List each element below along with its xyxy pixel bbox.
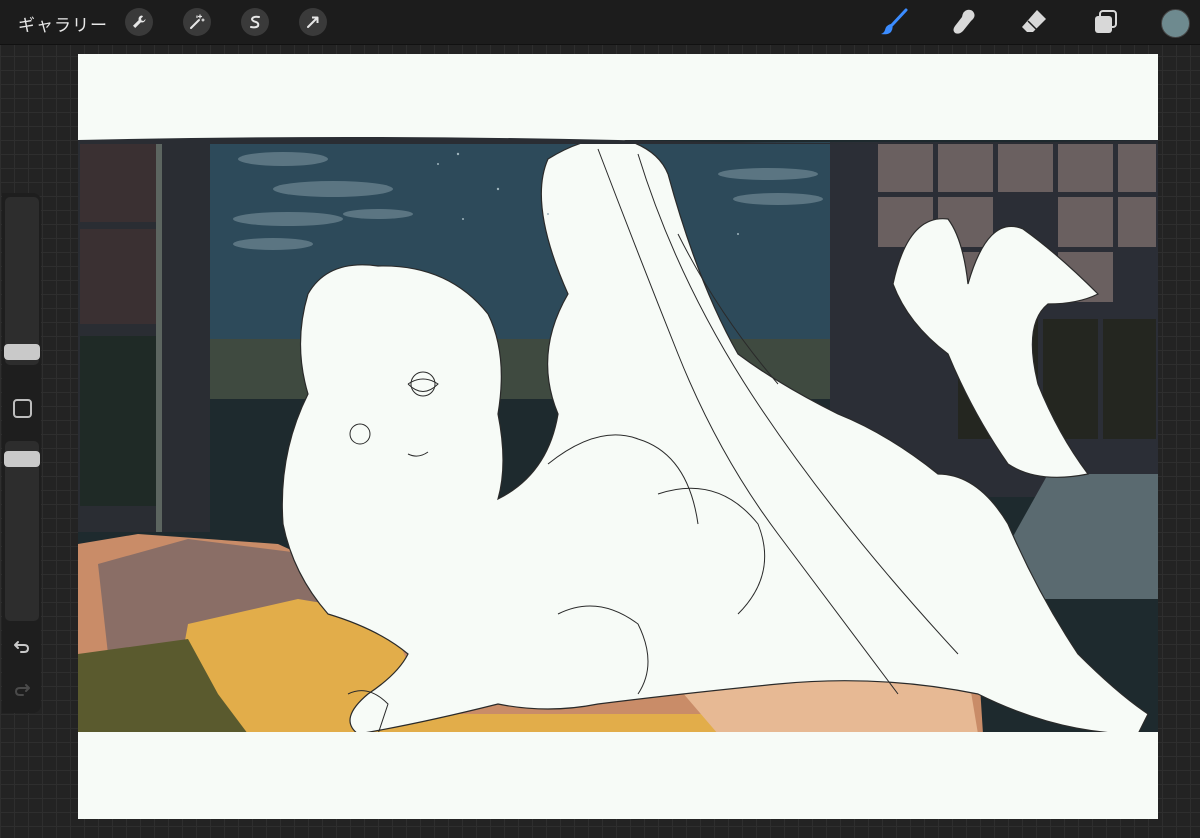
eraser-icon — [1022, 10, 1046, 32]
layers-icon — [1095, 10, 1117, 33]
wrench-icon — [133, 15, 146, 28]
layers-button[interactable] — [1091, 7, 1121, 37]
actions-wrench-button[interactable] — [125, 8, 153, 36]
opacity-thumb[interactable] — [4, 451, 40, 467]
drawing-canvas[interactable] — [78, 54, 1158, 819]
brush-size-thumb[interactable] — [4, 344, 40, 360]
transform-arrow-icon — [307, 16, 319, 28]
left-sidebar — [2, 193, 41, 713]
top-toolbar: ギャラリー — [0, 0, 1200, 45]
redo-icon — [14, 684, 30, 696]
eraser-tool-button[interactable] — [1019, 7, 1049, 37]
brush-size-slider[interactable] — [4, 197, 40, 365]
artwork — [78, 54, 1158, 819]
adjustments-button[interactable] — [183, 8, 211, 36]
smudge-icon — [953, 9, 975, 34]
selection-button[interactable] — [241, 8, 269, 36]
magic-wand-icon — [190, 14, 205, 29]
brush-tool-button[interactable] — [879, 7, 909, 37]
brush-icon — [881, 8, 908, 35]
undo-icon — [14, 641, 30, 653]
undo-button[interactable] — [10, 634, 34, 658]
transform-button[interactable] — [299, 8, 327, 36]
selection-icon — [250, 15, 260, 29]
gallery-button[interactable]: ギャラリー — [18, 11, 108, 36]
opacity-slider[interactable] — [4, 441, 40, 621]
smudge-tool-button[interactable] — [949, 7, 979, 37]
modify-button[interactable] — [13, 399, 32, 418]
redo-button[interactable] — [10, 677, 34, 701]
color-picker-swatch[interactable] — [1161, 9, 1190, 38]
